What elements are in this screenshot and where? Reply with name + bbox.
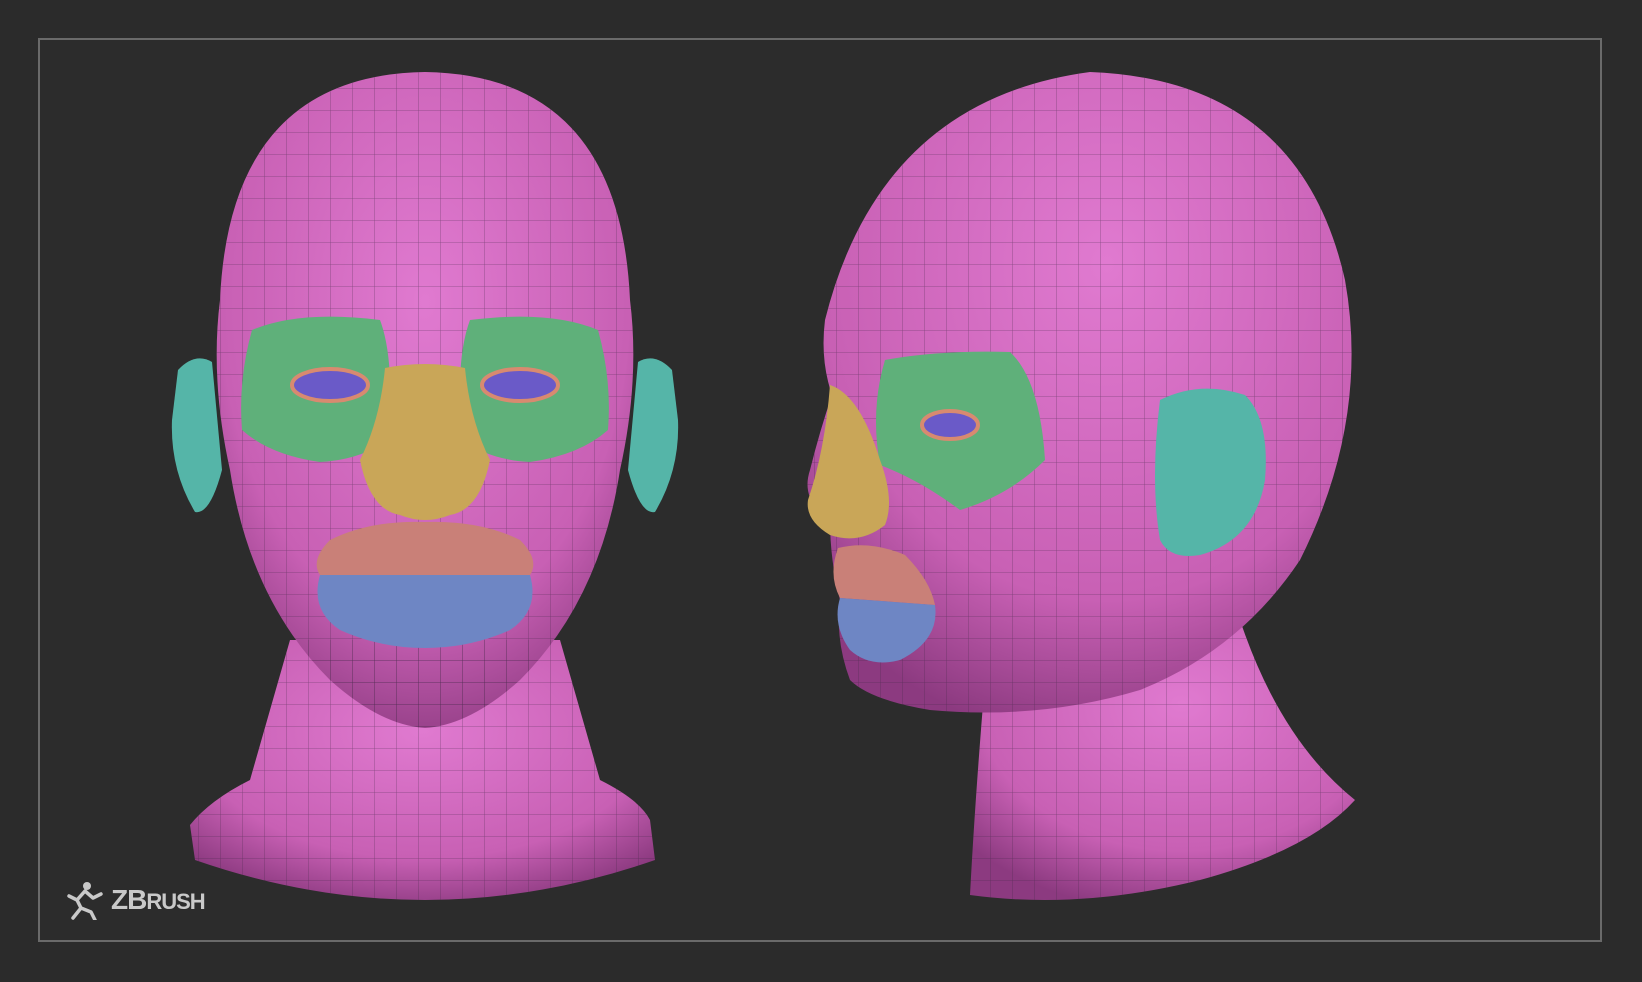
front-left-eyeball xyxy=(290,367,370,403)
front-right-ear xyxy=(628,358,679,513)
front-head-model[interactable] xyxy=(171,72,679,900)
brand-name: ZBRUSH xyxy=(111,884,206,915)
front-left-ear xyxy=(171,358,222,513)
front-right-eyeball xyxy=(480,367,560,403)
side-head-model[interactable] xyxy=(807,72,1356,900)
side-eyeball xyxy=(920,409,980,441)
viewport-render xyxy=(171,72,1356,900)
zbrush-logo: ZBRUSH xyxy=(55,880,206,920)
running-figure-icon xyxy=(67,882,103,920)
